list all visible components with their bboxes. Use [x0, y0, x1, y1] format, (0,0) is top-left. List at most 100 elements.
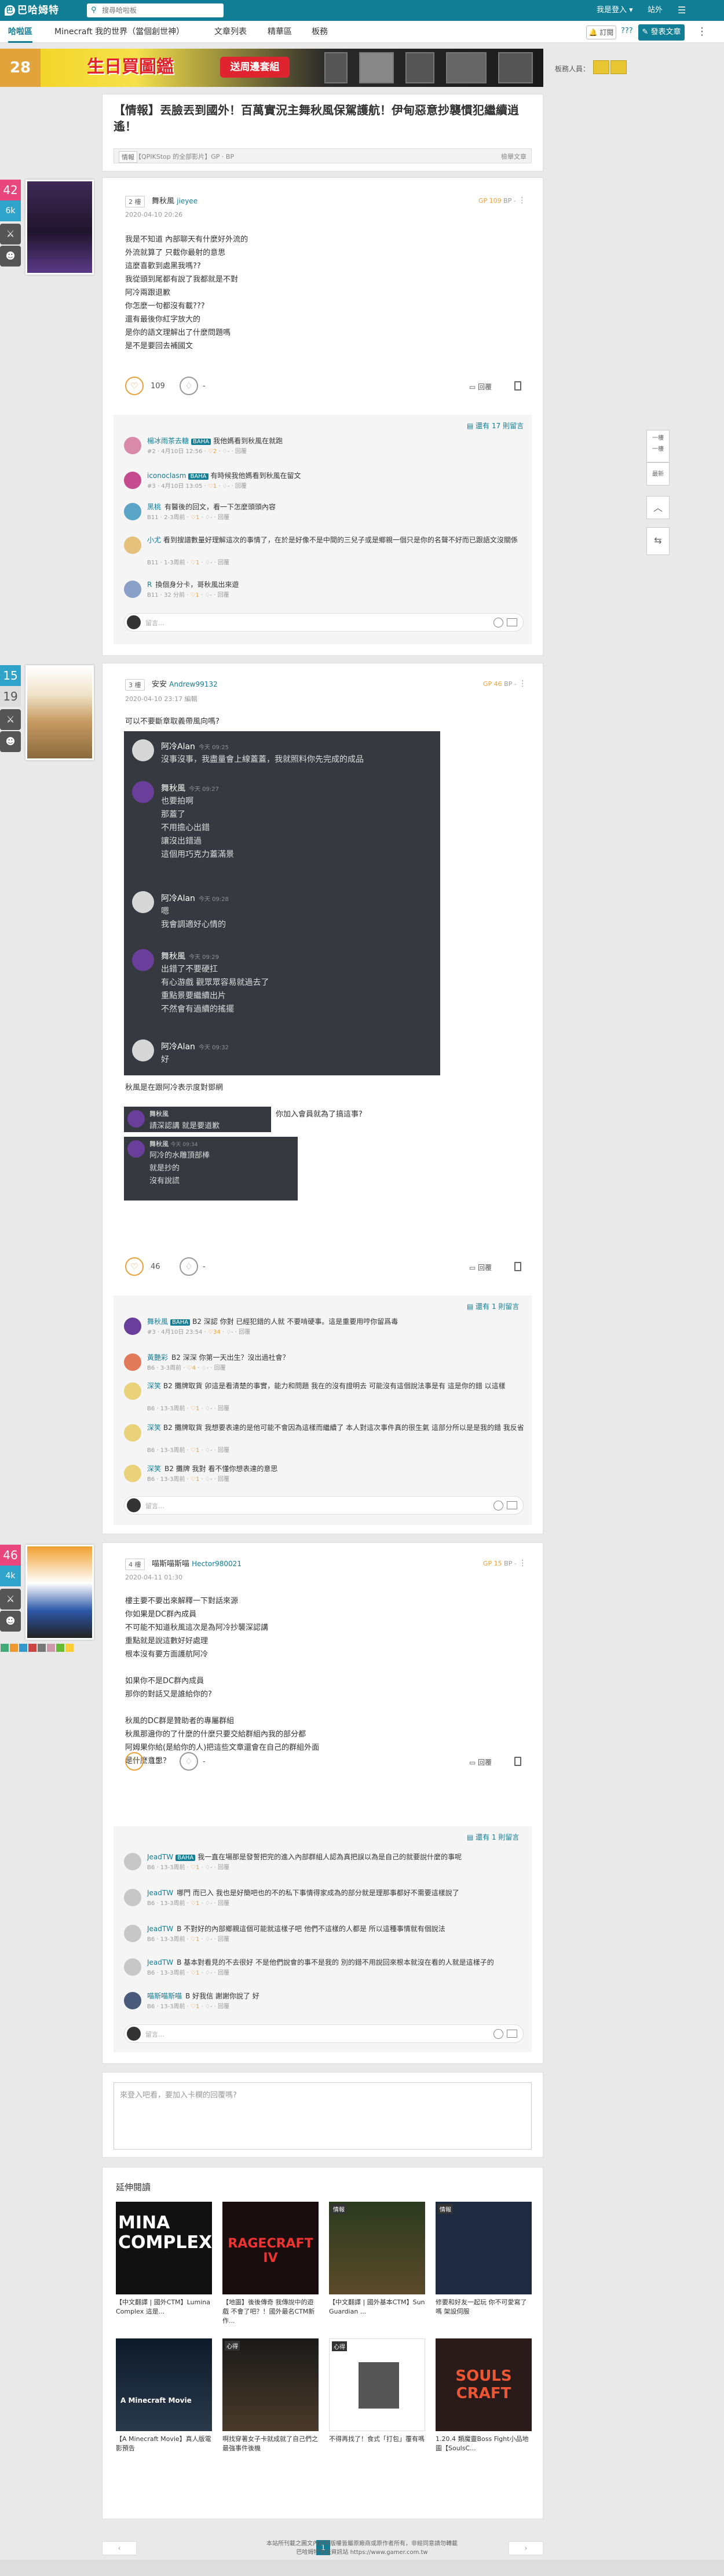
comment-avatar[interactable]: [124, 1382, 141, 1400]
comment-reply[interactable]: 回覆: [239, 1329, 250, 1336]
bookmark-icon[interactable]: [514, 1262, 521, 1271]
image-icon[interactable]: [507, 1501, 517, 1509]
comment-reply[interactable]: 回覆: [218, 1865, 229, 1871]
comment-avatar[interactable]: [124, 1318, 141, 1335]
emoji-icon[interactable]: [493, 618, 503, 627]
nav-item-hala[interactable]: 哈啦區: [8, 21, 32, 43]
article-caption[interactable]: 啊找穿著女子卡就成就了自己們之最強事件後機: [222, 2435, 319, 2453]
subscribe-button[interactable]: 🔔 訂閱: [586, 25, 616, 39]
site-logo[interactable]: 巴巴哈姆特: [5, 3, 86, 17]
bp-button[interactable]: ♢: [180, 377, 198, 395]
comment-avatar[interactable]: [124, 1353, 141, 1371]
author-avatar[interactable]: [25, 1545, 94, 1640]
article-thumbnail[interactable]: SOULS CRAFT: [436, 2338, 532, 2431]
more-comments-link[interactable]: ▤ 還有 1 則留言: [467, 1832, 519, 1842]
image-icon[interactable]: [507, 618, 517, 626]
author-name[interactable]: 安安 Andrew99132: [152, 678, 218, 689]
bookmark-icon[interactable]: [514, 1757, 521, 1766]
float-latest-link[interactable]: 最新: [646, 462, 670, 486]
moderator-avatars[interactable]: [593, 60, 628, 74]
search-icon[interactable]: ⚲: [91, 6, 97, 14]
article-thumbnail[interactable]: MINA COMPLEX: [116, 2202, 212, 2294]
article-thumbnail[interactable]: 心得: [329, 2338, 425, 2431]
more-comments-link[interactable]: ▤ 還有 1 則留言: [467, 1301, 519, 1311]
author-avatar[interactable]: [25, 665, 94, 760]
more-comments-link[interactable]: ▤ 還有 17 則留言: [467, 421, 524, 430]
article-thumbnail[interactable]: 情報: [436, 2202, 532, 2294]
help-link[interactable]: ???: [621, 27, 633, 35]
bp-button[interactable]: ♢: [180, 1257, 198, 1276]
comment-avatar[interactable]: [124, 1889, 141, 1906]
gp-button[interactable]: ♡: [125, 1257, 144, 1276]
comment-avatar[interactable]: [124, 1853, 141, 1870]
comment-input[interactable]: 留言…: [124, 613, 524, 632]
float-share-icon[interactable]: ⇆: [646, 527, 670, 555]
article-caption[interactable]: 不得再找了！食式「打包」覆有嗎: [329, 2435, 425, 2444]
article-caption[interactable]: 【地圖】後後傳奇 我傳說中的遊戲 不會了吧？！國外最名CTM新作...: [222, 2298, 319, 2326]
nav-item-best[interactable]: 精華區: [268, 21, 292, 43]
nav-item-admin[interactable]: 板務: [312, 21, 328, 43]
article-caption[interactable]: 【中文翻譯 | 國外基本CTM】Sun Guardian ...: [329, 2298, 425, 2316]
user-menu[interactable]: 我是登入 ▾: [597, 0, 633, 21]
article-thumbnail[interactable]: 心得: [222, 2338, 319, 2431]
comment-reply[interactable]: 回覆: [218, 1900, 229, 1907]
article-caption[interactable]: 修要和好友一起玩 你不可愛寫了嗎 架設伺服: [436, 2298, 532, 2316]
article-thumbnail[interactable]: RAGECRAFT IV: [222, 2202, 319, 2294]
post-article-button[interactable]: ✎ 發表文章: [638, 24, 685, 41]
article-caption[interactable]: 1.20.4 類魔靈Boss Fight小品地圖【SoulsC...: [436, 2435, 532, 2453]
reply-button[interactable]: ▭ 回覆: [469, 382, 492, 392]
reply-textarea[interactable]: 來登入吧看，要加入卡欄的回覆嗎?: [114, 2082, 532, 2150]
comment-avatar[interactable]: [124, 1958, 141, 1976]
comment-avatar[interactable]: [124, 537, 141, 554]
more-icon[interactable]: ⋮: [690, 25, 714, 39]
emoji-icon[interactable]: [493, 1501, 503, 1510]
comment-avatar[interactable]: [124, 472, 141, 489]
emoji-icon[interactable]: [493, 2029, 503, 2039]
float-top-link[interactable]: 一樓: [647, 430, 669, 442]
comment-input[interactable]: 留言…: [124, 2024, 524, 2043]
reply-button[interactable]: ▭ 回覆: [469, 1263, 492, 1272]
moderator-avatar[interactable]: [593, 60, 609, 74]
reply-button[interactable]: ▭ 回覆: [469, 1757, 492, 1767]
floor-number[interactable]: 3 樓: [125, 679, 145, 691]
float-prev-link[interactable]: 一樓: [647, 442, 669, 453]
post-menu-icon[interactable]: ⋮: [518, 1559, 526, 1568]
article-thumbnail[interactable]: A Minecraft Movie: [116, 2338, 212, 2431]
comment-reply[interactable]: 回覆: [218, 1476, 229, 1483]
author-name[interactable]: 舞秋風 jieyee: [152, 195, 198, 206]
comment-avatar[interactable]: [124, 1992, 141, 2009]
comment-reply[interactable]: 回覆: [218, 1970, 229, 1976]
nav-item-list[interactable]: 文章列表: [214, 21, 247, 43]
menu-icon[interactable]: ☰: [678, 0, 686, 21]
comment-input[interactable]: 留言…: [124, 1496, 524, 1515]
nav-item-board[interactable]: Minecraft 我的世界（當個創世神）: [54, 21, 184, 43]
post-menu-icon[interactable]: ⋮: [518, 679, 526, 688]
floor-number[interactable]: 4 樓: [125, 1559, 145, 1570]
comment-avatar[interactable]: [124, 503, 141, 520]
gp-button[interactable]: ♡: [125, 377, 144, 395]
search-box[interactable]: ⚲: [87, 3, 224, 17]
comment-reply[interactable]: 回覆: [218, 1936, 229, 1943]
search-input[interactable]: [102, 5, 218, 16]
comment-avatar[interactable]: [124, 1925, 141, 1942]
gp-button[interactable]: ♡: [125, 1752, 144, 1771]
comment-avatar[interactable]: [124, 581, 141, 598]
comment-reply[interactable]: 回覆: [214, 1365, 226, 1371]
comment-reply[interactable]: 回覆: [218, 515, 229, 521]
footer-site-link[interactable]: 巴哈姆特電玩資訊站 https://www.gamer.com.tw: [0, 2547, 724, 2556]
author-avatar[interactable]: [25, 180, 94, 275]
moderator-avatar[interactable]: [610, 60, 627, 74]
bp-button[interactable]: ♢: [180, 1752, 198, 1771]
article-caption[interactable]: 【A Minecraft Movie】真人版電影預告: [116, 2435, 212, 2453]
comment-reply[interactable]: 回覆: [218, 2004, 229, 2010]
float-up-icon[interactable]: ︿: [646, 496, 670, 519]
comment-reply[interactable]: 回覆: [218, 1406, 229, 1412]
ad-banner[interactable]: 28 生日買圖鑑 送周邊套組: [0, 49, 543, 87]
login-link[interactable]: 站外: [648, 0, 663, 21]
comment-avatar[interactable]: [124, 1424, 141, 1442]
image-icon[interactable]: [507, 2030, 517, 2038]
comment-avatar[interactable]: [124, 437, 141, 454]
comment-avatar[interactable]: [124, 1465, 141, 1482]
comment-reply[interactable]: 回覆: [218, 592, 229, 599]
comment-reply[interactable]: 回覆: [218, 1447, 229, 1454]
